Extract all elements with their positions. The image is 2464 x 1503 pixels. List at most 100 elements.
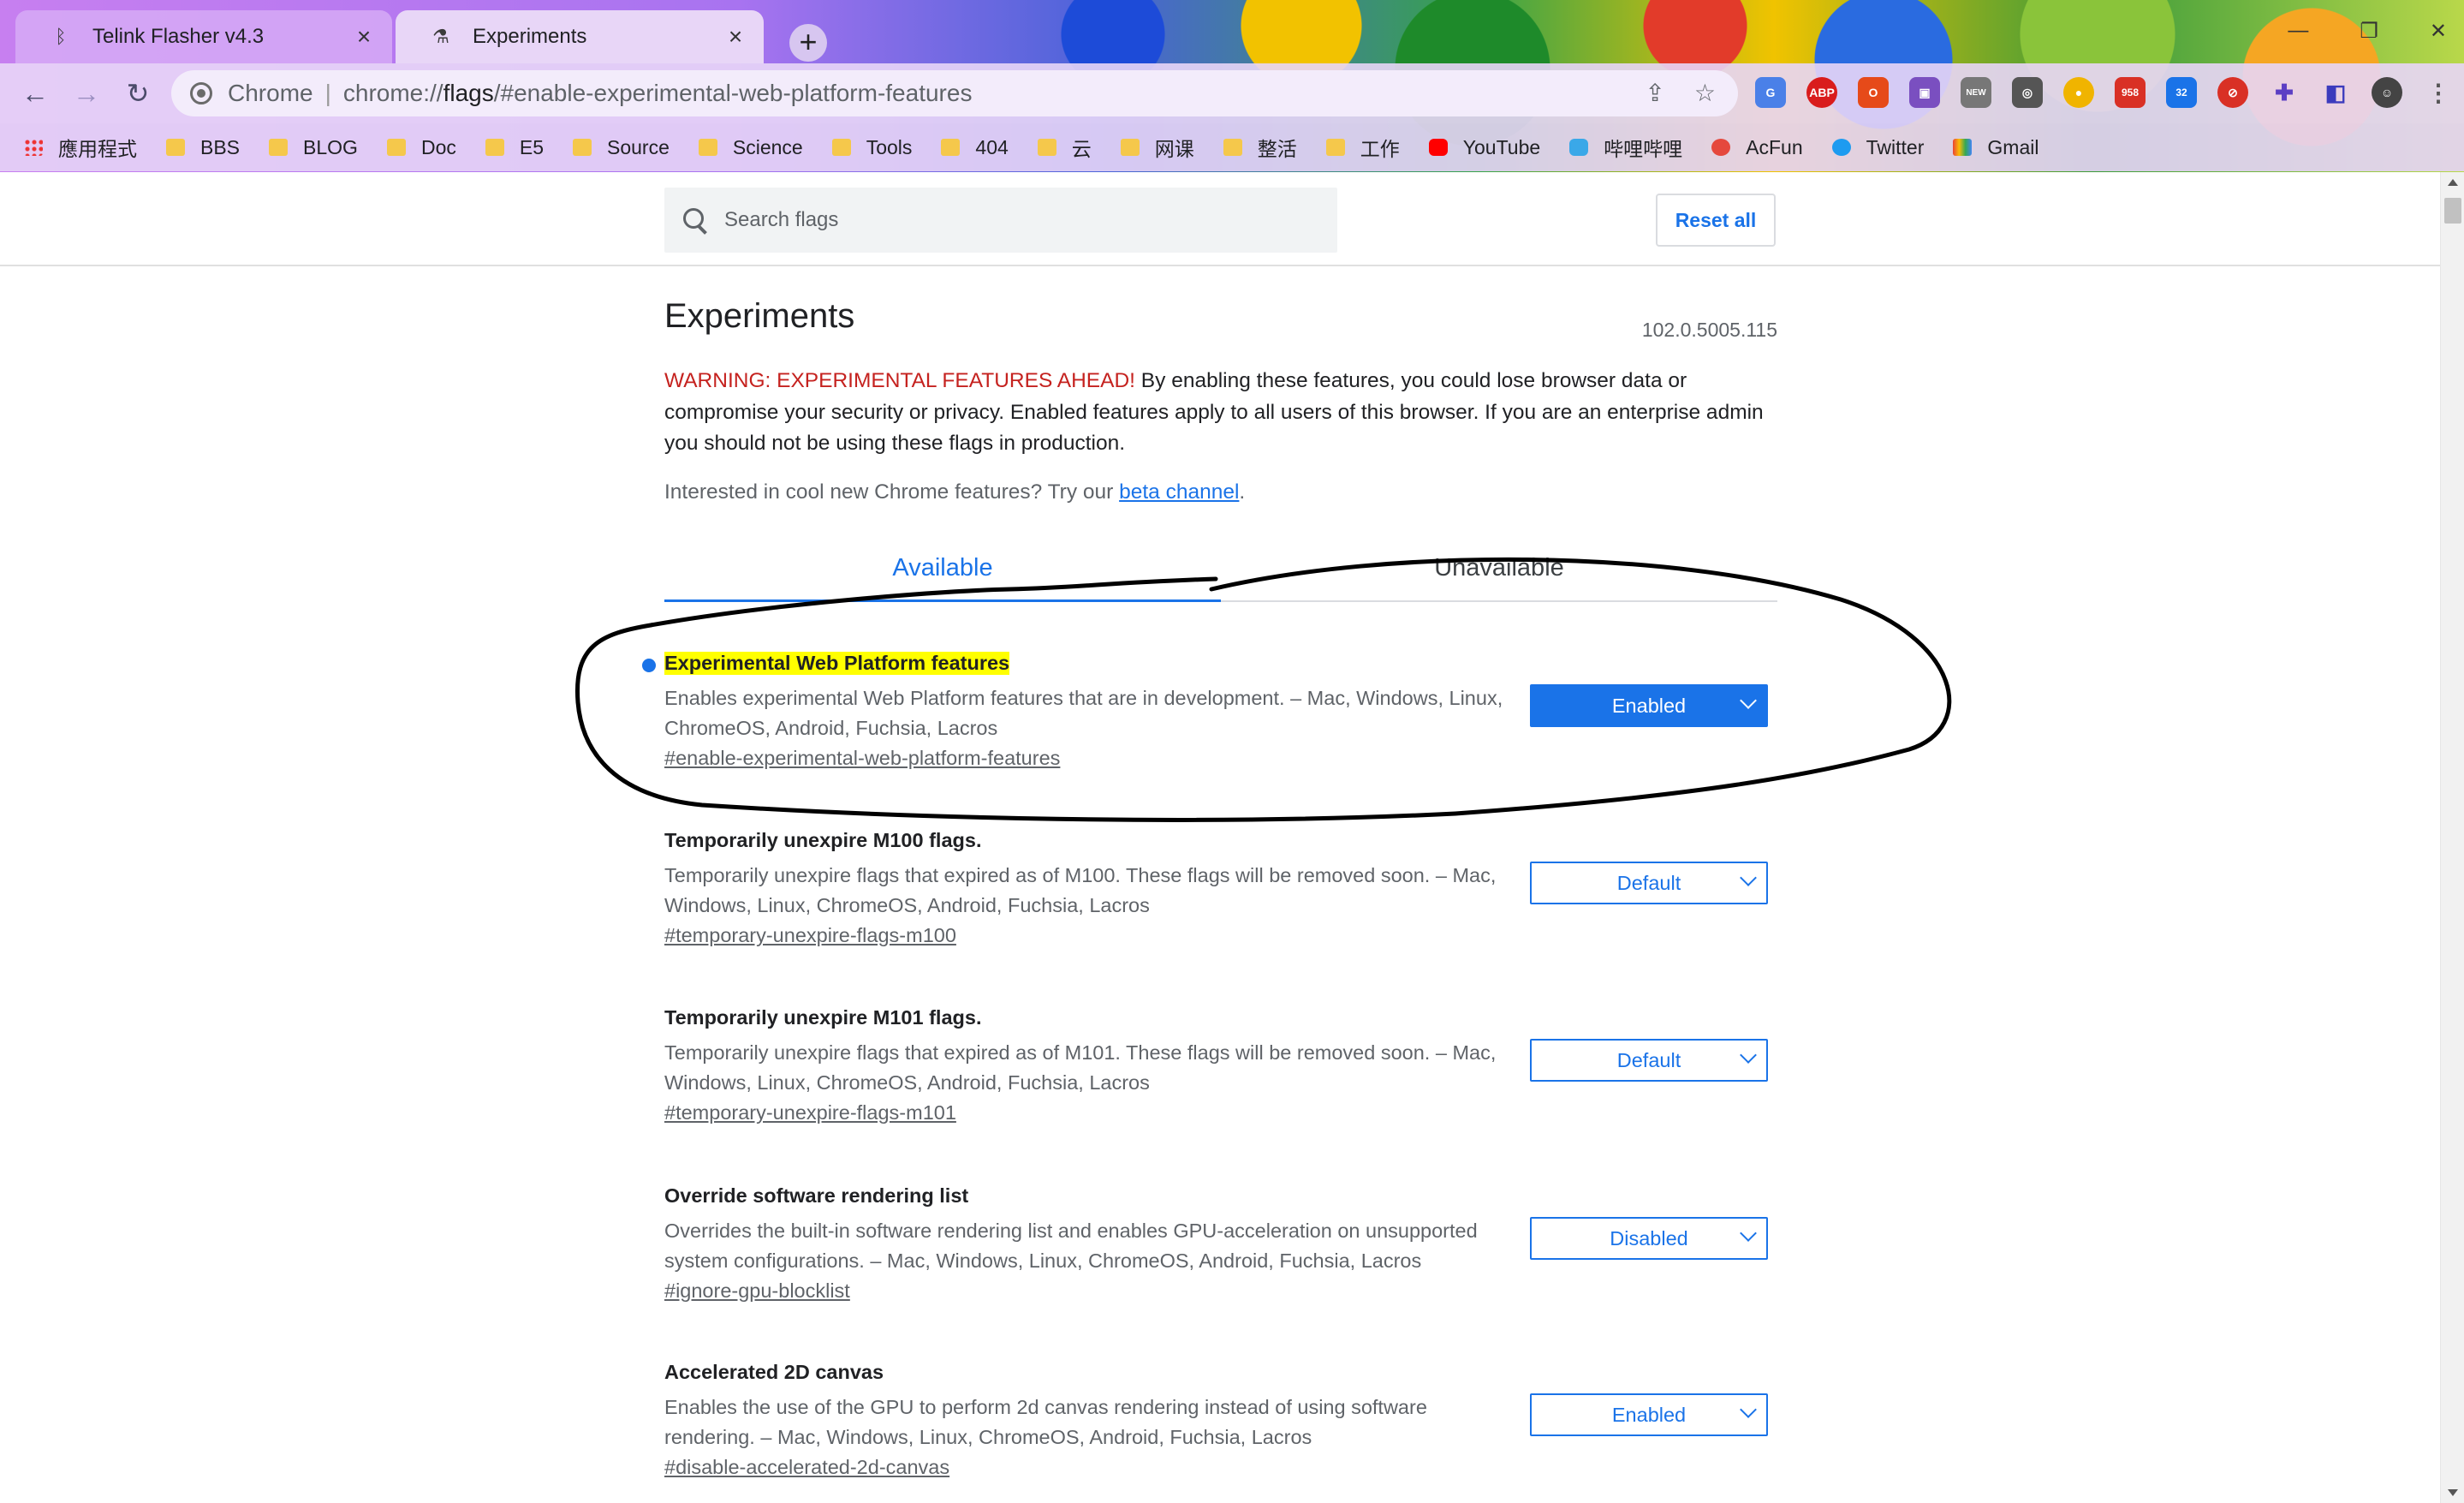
extension-icon[interactable]: ▣ — [1909, 77, 1940, 108]
tab-available[interactable]: Available — [664, 549, 1221, 602]
address-bar[interactable]: Chrome | chrome://flags/#enable-experime… — [171, 70, 1738, 116]
bookmark-folder[interactable]: E5 — [485, 136, 544, 159]
back-icon[interactable]: ← — [17, 75, 53, 111]
folder-icon — [698, 139, 717, 156]
close-icon[interactable]: × — [721, 22, 750, 51]
search-icon — [681, 206, 709, 234]
office-icon[interactable]: O — [1858, 77, 1889, 108]
bookmark-folder[interactable]: Source — [573, 136, 670, 159]
chevron-down-icon — [1740, 692, 1757, 709]
tab-experiments[interactable]: ⚗ Experiments × — [396, 10, 764, 63]
puzzle-icon[interactable]: ✚ — [2269, 77, 2300, 108]
side-panel-icon[interactable]: ◧ — [2320, 77, 2351, 108]
bookmark-folder[interactable]: BBS — [166, 136, 240, 159]
youtube-icon — [1428, 139, 1448, 156]
menu-icon[interactable]: ⋮ — [2423, 77, 2454, 108]
bookmarks-bar: 應用程式 BBS BLOG Doc E5 Source Science Tool… — [0, 123, 2464, 171]
flags-tabs: Available Unavailable — [664, 549, 1777, 602]
new-badge-icon[interactable]: NEW — [1961, 77, 1991, 108]
share-icon[interactable]: ⇪ — [1645, 79, 1664, 107]
maximize-icon[interactable]: ❐ — [2360, 19, 2378, 44]
bookmark-folder[interactable]: 404 — [941, 136, 1009, 159]
new-tab-button[interactable]: + — [789, 24, 827, 62]
minimize-icon[interactable]: — — [2288, 19, 2308, 44]
flags-page: Reset all Experiments 102.0.5005.115 WAR… — [0, 172, 2464, 1503]
folder-icon — [1120, 139, 1140, 156]
flag-anchor-link[interactable]: #temporary-unexpire-flags-m100 — [664, 924, 956, 947]
twitter-icon — [1831, 139, 1851, 156]
mail-badge-icon[interactable]: 958 — [2115, 77, 2146, 108]
scrollbar[interactable] — [2440, 172, 2464, 1503]
bookmark-acfun[interactable]: AcFun — [1711, 136, 1803, 159]
translate-icon[interactable]: G — [1755, 77, 1786, 108]
flag-title: Experimental Web Platform features — [664, 652, 1010, 675]
url-text: chrome://flags/#enable-experimental-web-… — [342, 80, 973, 106]
red-circle-icon[interactable]: ⊘ — [2217, 77, 2248, 108]
bookmark-folder[interactable]: Doc — [386, 136, 456, 159]
close-icon[interactable]: × — [349, 22, 378, 51]
bookmark-folder[interactable]: 工作 — [1325, 133, 1400, 162]
avatar[interactable]: ☺ — [2372, 77, 2402, 108]
scroll-thumb[interactable] — [2444, 198, 2461, 224]
bookmark-youtube[interactable]: YouTube — [1428, 136, 1540, 159]
bookmark-folder[interactable]: Science — [698, 136, 803, 159]
bluetooth-icon: ᛒ — [55, 26, 67, 47]
scroll-down-icon[interactable] — [2448, 1489, 2458, 1496]
warning-heading: WARNING: EXPERIMENTAL FEATURES AHEAD! — [664, 369, 1135, 392]
tab-strip: ᛒ Telink Flasher v4.3 × ⚗ Experiments × … — [0, 10, 2464, 63]
bookmark-gmail[interactable]: Gmail — [1953, 136, 2038, 159]
flag-description: Temporarily unexpire flags that expired … — [664, 1041, 1497, 1094]
tab-telink-flasher[interactable]: ᛒ Telink Flasher v4.3 × — [15, 10, 392, 63]
flag-state-select[interactable]: Disabled — [1530, 1217, 1768, 1260]
flag-anchor-link[interactable]: #ignore-gpu-blocklist — [664, 1279, 850, 1303]
omnibox-actions: ⇪ ☆ — [1645, 79, 1716, 107]
flag-title: Temporarily unexpire M100 flags. — [664, 829, 982, 851]
search-box[interactable] — [664, 188, 1337, 253]
rss-badge-icon[interactable]: 32 — [2166, 77, 2197, 108]
chevron-down-icon — [1740, 1047, 1757, 1064]
reset-all-button[interactable]: Reset all — [1656, 194, 1776, 247]
adblock-icon[interactable]: ABP — [1806, 77, 1837, 108]
flag-title: Temporarily unexpire M101 flags. — [664, 1006, 982, 1029]
flag-state-select[interactable]: Default — [1530, 1039, 1768, 1082]
flag-state-select[interactable]: Default — [1530, 862, 1768, 904]
forward-icon[interactable]: → — [68, 75, 104, 111]
search-input[interactable] — [724, 208, 1306, 232]
flag-state-select[interactable]: Enabled — [1530, 1393, 1768, 1436]
close-window-icon[interactable]: ✕ — [2430, 19, 2447, 44]
folder-icon — [1325, 139, 1345, 156]
flag-experimental-web-platform: Experimental Web Platform features Enabl… — [642, 652, 1777, 770]
extensions-bar: G ABP O ▣ NEW ◎ ● 958 32 ⊘ ✚ ◧ ☺ ⋮ — [1755, 77, 2454, 108]
bookmark-star-icon[interactable]: ☆ — [1694, 79, 1716, 107]
bookmark-apps[interactable]: 應用程式 — [24, 133, 137, 162]
beta-channel-link[interactable]: beta channel — [1119, 480, 1239, 504]
flag-state-select[interactable]: Enabled — [1530, 684, 1768, 727]
beta-promo: Interested in cool new Chrome features? … — [664, 480, 1246, 504]
tab-unavailable[interactable]: Unavailable — [1221, 549, 1777, 602]
bookmark-folder[interactable]: BLOG — [269, 136, 358, 159]
chrome-circle-icon[interactable]: ● — [2063, 77, 2094, 108]
bookmark-folder[interactable]: 整活 — [1223, 133, 1297, 162]
site-label: Chrome — [228, 80, 313, 106]
folder-icon — [573, 139, 592, 156]
flag-title: Override software rendering list — [664, 1184, 969, 1207]
flag-anchor-link[interactable]: #enable-experimental-web-platform-featur… — [664, 747, 1060, 770]
flag-description: Enables experimental Web Platform featur… — [664, 687, 1503, 739]
flag-anchor-link[interactable]: #disable-accelerated-2d-canvas — [664, 1456, 949, 1479]
version-label: 102.0.5005.115 — [1641, 319, 1777, 341]
reload-icon[interactable]: ↻ — [120, 75, 156, 111]
glasses-icon[interactable]: ◎ — [2012, 77, 2043, 108]
flag-anchor-link[interactable]: #temporary-unexpire-flags-m101 — [664, 1101, 956, 1124]
bookmark-folder[interactable]: Tools — [831, 136, 912, 159]
bookmark-folder[interactable]: 网课 — [1120, 133, 1194, 162]
warning-text: WARNING: EXPERIMENTAL FEATURES AHEAD! By… — [664, 369, 1764, 455]
folder-icon — [941, 139, 961, 156]
bookmark-bilibili[interactable]: 哔哩哔哩 — [1569, 133, 1682, 162]
bookmark-twitter[interactable]: Twitter — [1831, 136, 1924, 159]
tab-title: Telink Flasher v4.3 — [92, 25, 265, 48]
folder-icon — [1223, 139, 1242, 156]
page-title: Experiments — [664, 297, 855, 335]
scroll-up-icon[interactable] — [2448, 179, 2458, 186]
folder-icon — [269, 139, 289, 156]
bookmark-folder[interactable]: 云 — [1037, 133, 1092, 162]
